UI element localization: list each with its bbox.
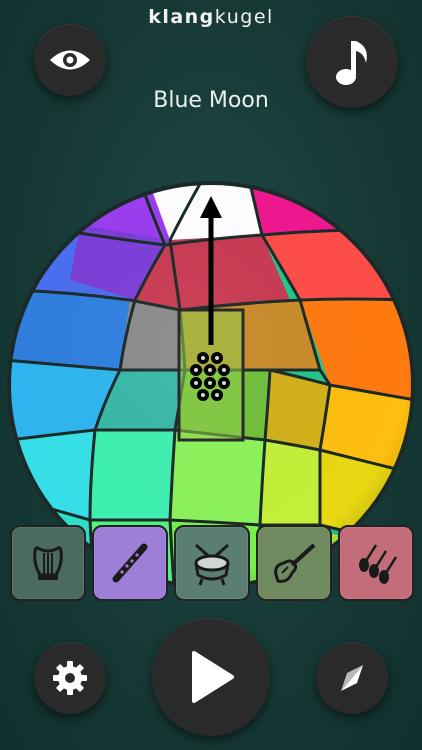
drum-icon bbox=[194, 543, 230, 586]
compass-icon bbox=[341, 665, 363, 691]
instrument-bass-guitar[interactable] bbox=[256, 525, 332, 601]
flute-icon bbox=[112, 543, 148, 583]
instrument-flute[interactable] bbox=[92, 525, 168, 601]
instrument-bar bbox=[0, 520, 422, 608]
play-button[interactable] bbox=[152, 618, 270, 736]
compass-button[interactable] bbox=[316, 642, 388, 714]
instrument-drum[interactable] bbox=[174, 525, 250, 601]
bass-guitar-icon bbox=[274, 543, 316, 583]
instrument-harp[interactable] bbox=[10, 525, 86, 601]
settings-button[interactable] bbox=[34, 642, 106, 714]
play-icon bbox=[192, 651, 234, 703]
harp-icon bbox=[33, 545, 63, 580]
instrument-strings[interactable] bbox=[338, 525, 414, 601]
gear-icon bbox=[53, 661, 87, 695]
strings-icon bbox=[359, 544, 398, 584]
